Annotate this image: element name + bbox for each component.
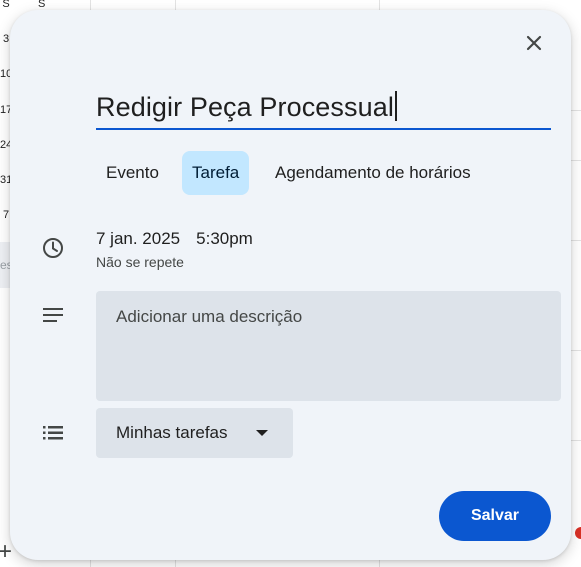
- tab-evento[interactable]: Evento: [96, 151, 169, 195]
- current-time-indicator: [575, 527, 581, 539]
- title-input[interactable]: Redigir Peça Processual: [96, 86, 551, 130]
- time-picker[interactable]: 5:30pm: [196, 229, 253, 248]
- save-button[interactable]: Salvar: [439, 491, 551, 541]
- mini-calendar-day-header: S: [2, 0, 10, 10]
- mini-calendar-day-header: S: [38, 0, 46, 10]
- close-button[interactable]: [518, 27, 550, 59]
- repeat-selector[interactable]: Não se repete: [96, 252, 253, 272]
- description-icon: [41, 303, 65, 327]
- tab-tarefa[interactable]: Tarefa: [182, 151, 250, 195]
- date-picker[interactable]: 7 jan. 2025: [96, 229, 180, 248]
- task-list-icon: [41, 421, 65, 445]
- chevron-down-icon: [256, 430, 268, 436]
- text-cursor: [394, 91, 397, 121]
- create-plus-icon[interactable]: +: [0, 540, 12, 564]
- description-placeholder: Adicionar uma descrição: [116, 307, 303, 326]
- task-list-value: Minhas tarefas: [116, 423, 228, 442]
- date-time-section: 7 jan. 2025 5:30pm Não se repete: [96, 228, 253, 272]
- close-icon: [526, 35, 542, 51]
- task-list-dropdown[interactable]: Minhas tarefas: [96, 408, 293, 458]
- description-field[interactable]: Adicionar uma descrição: [96, 291, 561, 401]
- task-dialog: Redigir Peça Processual Evento Tarefa Ag…: [10, 10, 571, 560]
- tab-agendamento[interactable]: Agendamento de horários: [265, 151, 481, 195]
- clock-icon: [41, 236, 65, 260]
- title-text: Redigir Peça Processual: [96, 92, 394, 122]
